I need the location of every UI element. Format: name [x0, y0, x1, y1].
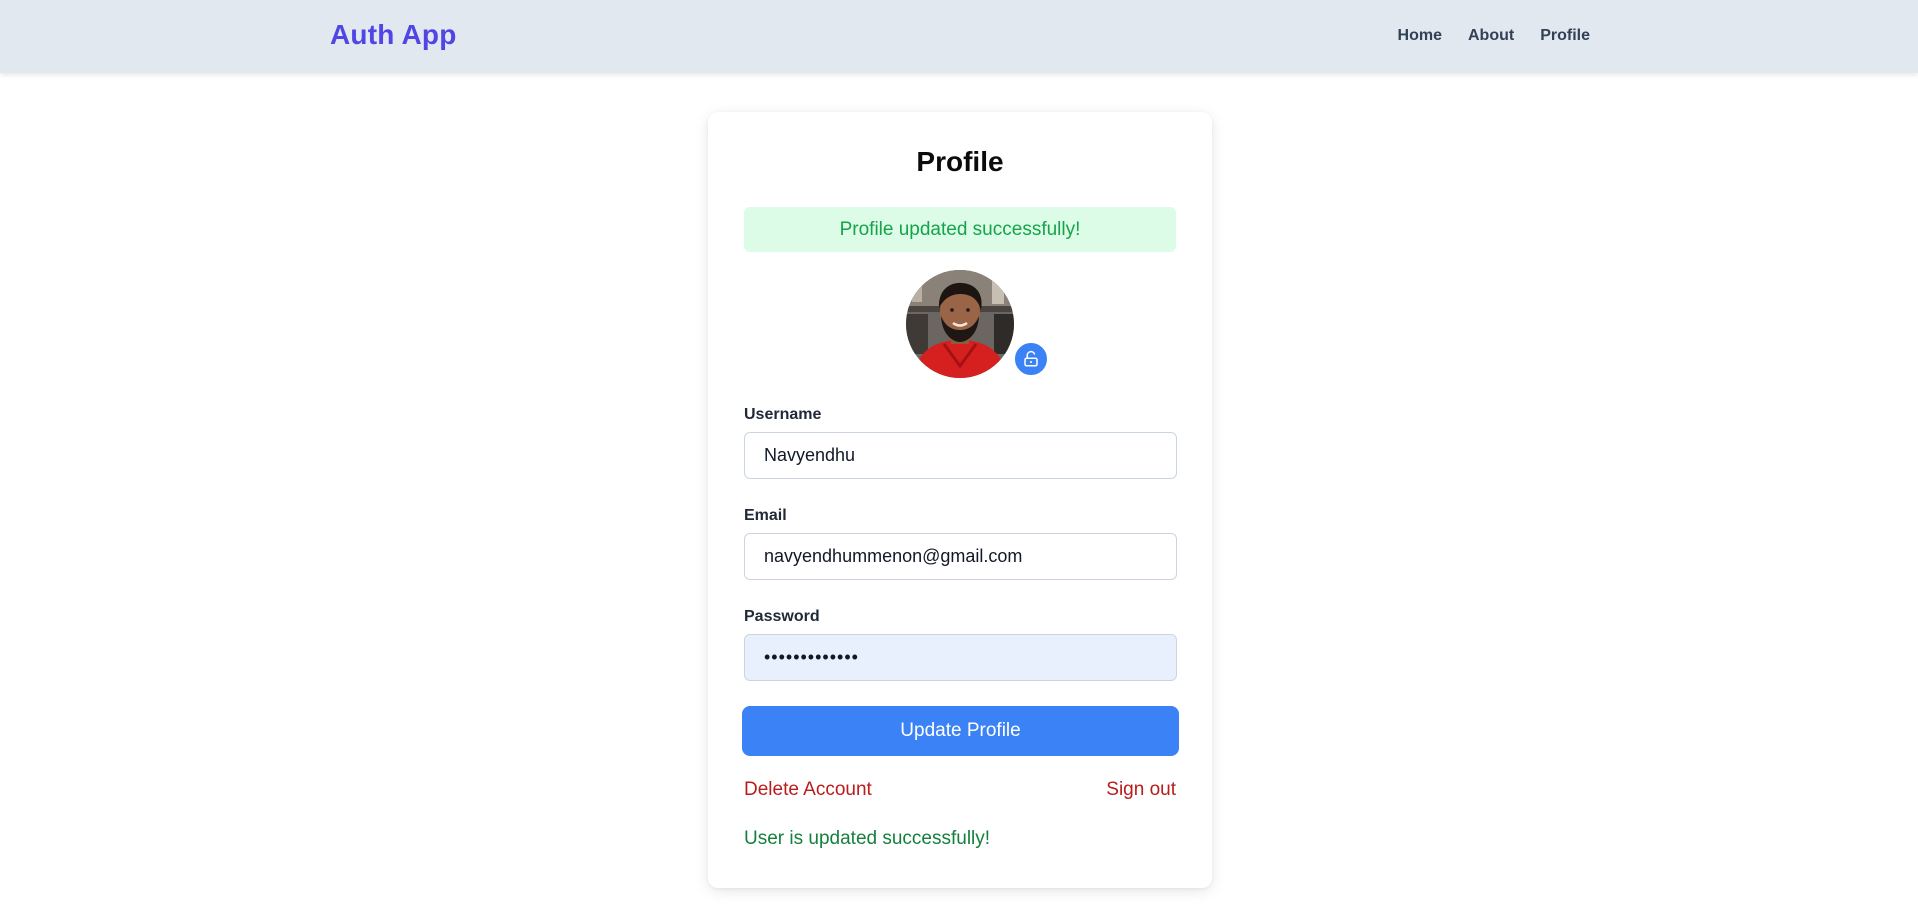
top-navbar: Auth App Home About Profile — [0, 0, 1918, 73]
status-message: User is updated successfully! — [744, 828, 991, 849]
password-label: Password — [744, 608, 820, 625]
avatar-change-button[interactable] — [1013, 341, 1049, 377]
nav-link-home[interactable]: Home — [1398, 27, 1442, 45]
username-label: Username — [744, 406, 822, 423]
password-input[interactable] — [744, 634, 1177, 681]
app-brand[interactable]: Auth App — [330, 19, 457, 51]
avatar-photo — [906, 270, 1014, 378]
avatar[interactable] — [906, 270, 1014, 378]
page-title: Profile — [916, 146, 1004, 177]
main-nav: Home About Profile — [1398, 27, 1590, 45]
delete-account-link[interactable]: Delete Account — [744, 779, 872, 801]
email-label: Email — [744, 507, 787, 524]
sign-out-link[interactable]: Sign out — [1106, 779, 1176, 801]
profile-card: Profile Profile updated successfully! Us… — [708, 112, 1212, 888]
update-profile-button[interactable]: Update Profile — [742, 706, 1179, 756]
email-input[interactable] — [744, 533, 1177, 580]
nav-link-profile[interactable]: Profile — [1540, 27, 1590, 45]
nav-link-about[interactable]: About — [1468, 27, 1514, 45]
username-input[interactable] — [744, 432, 1177, 479]
unlock-icon — [1024, 350, 1038, 367]
success-alert: Profile updated successfully! — [744, 207, 1176, 252]
